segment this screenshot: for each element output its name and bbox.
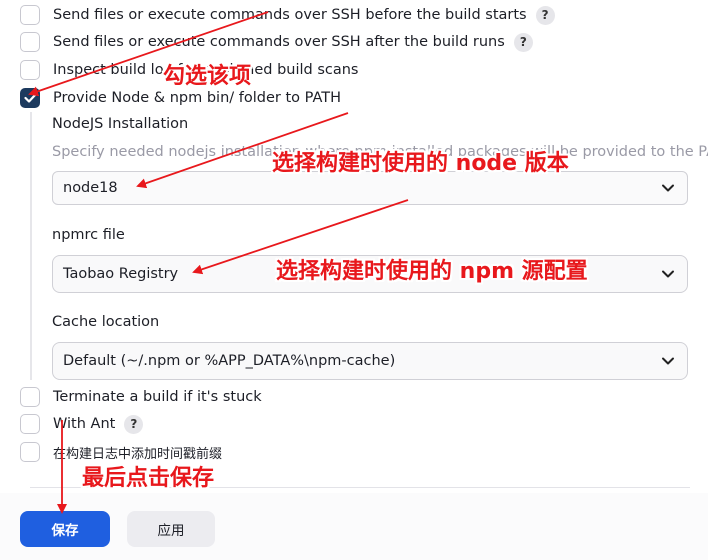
annotation-check: 勾选该项 [163, 64, 252, 89]
annotation-npm: 选择构建时使用的 npm 源配置 [276, 259, 588, 284]
annotation-save: 最后点击保存 [82, 466, 215, 491]
annotation-node: 选择构建时使用的 node 版本 [272, 151, 569, 176]
